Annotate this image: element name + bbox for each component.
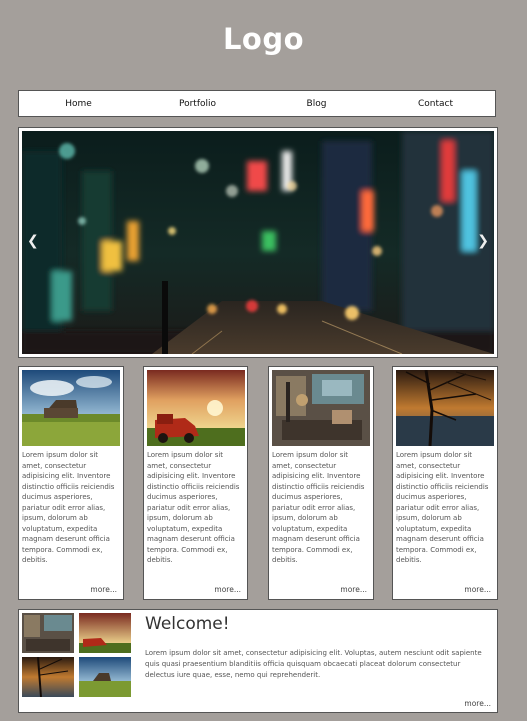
welcome-text: Lorem ipsum dolor sit amet, consectetur … [145, 649, 482, 679]
card-image-tree-lake [396, 370, 494, 446]
thumbnail-workshop[interactable] [22, 613, 74, 653]
main-nav: Home Portfolio Blog Contact [18, 90, 496, 117]
more-link[interactable]: more... [464, 585, 491, 594]
welcome-title: Welcome! [145, 614, 230, 634]
card-image-workshop [272, 370, 370, 446]
chevron-left-icon[interactable]: ❮ [27, 233, 39, 249]
more-link[interactable]: more... [90, 585, 117, 594]
card-text: Lorem ipsum dolor sit amet, consectetur … [147, 451, 240, 564]
slide-image [22, 131, 494, 354]
nav-item-portfolio[interactable]: Portfolio [138, 99, 257, 109]
card-text: Lorem ipsum dolor sit amet, consectetur … [22, 451, 115, 564]
more-link[interactable]: more... [464, 699, 491, 708]
thumbnail-barn[interactable] [79, 657, 131, 697]
portfolio-card: Lorem ipsum dolor sit amet, consectetur … [143, 366, 248, 600]
portfolio-card: Lorem ipsum dolor sit amet, consectetur … [392, 366, 498, 600]
portfolio-card: Lorem ipsum dolor sit amet, consectetur … [268, 366, 374, 600]
thumbnail-truck[interactable] [79, 613, 131, 653]
portfolio-card: Lorem ipsum dolor sit amet, consectetur … [18, 366, 124, 600]
more-link[interactable]: more... [214, 585, 241, 594]
thumbnail-tree-lake[interactable] [22, 657, 74, 697]
chevron-right-icon[interactable]: ❯ [477, 233, 489, 249]
nav-item-home[interactable]: Home [19, 99, 138, 109]
image-slider: ❮ ❯ [18, 127, 498, 358]
card-image-truck [147, 370, 245, 446]
nav-item-contact[interactable]: Contact [376, 99, 495, 109]
more-link[interactable]: more... [340, 585, 367, 594]
card-image-barn [22, 370, 120, 446]
card-text: Lorem ipsum dolor sit amet, consectetur … [272, 451, 365, 564]
nav-item-blog[interactable]: Blog [257, 99, 376, 109]
logo[interactable]: Logo [0, 22, 527, 56]
welcome-section: Welcome! Lorem ipsum dolor sit amet, con… [18, 609, 498, 713]
card-text: Lorem ipsum dolor sit amet, consectetur … [396, 451, 489, 564]
